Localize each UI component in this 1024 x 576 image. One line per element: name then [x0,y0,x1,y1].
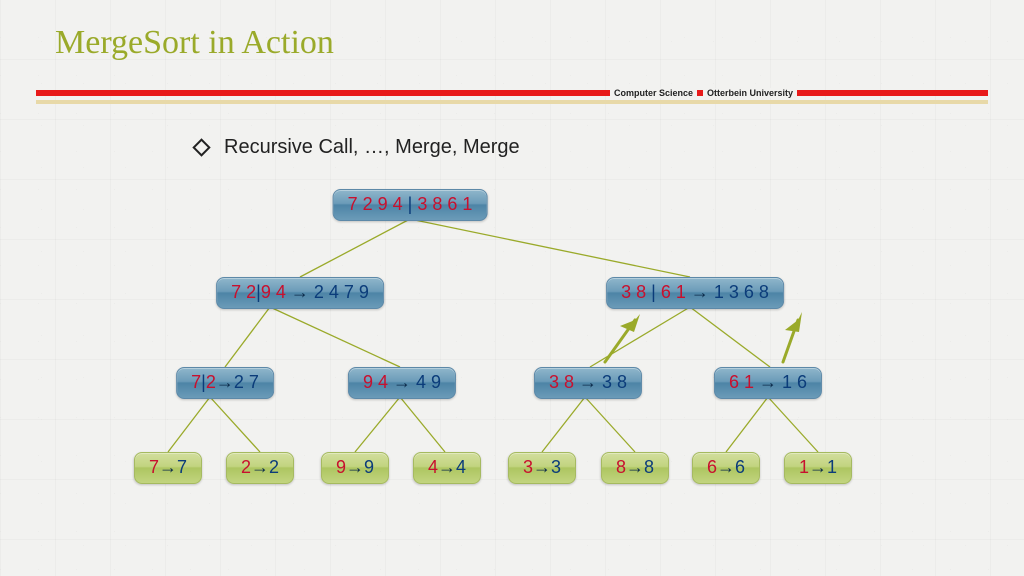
node-output: 2 7 [234,372,259,392]
node-input: 3 8 [621,282,646,302]
footer-square-icon [697,90,703,96]
tree-leaf: 6→6 [692,452,760,484]
node-output: 1 3 6 8 [714,282,769,302]
arrow-icon: → [251,457,269,477]
node-sep: | [403,194,418,214]
arrow-icon: → [626,457,644,477]
arrow-icon: → [388,372,416,392]
tree-node-l3-1: 7|2→2 7 [176,367,274,399]
node-input: 2 [206,372,216,392]
node-output: 2 4 7 9 [314,282,369,302]
arrow-icon: → [686,282,714,302]
node-output: 1 6 [782,372,807,392]
arrow-icon: → [216,372,234,392]
tree-leaf: 4→4 [413,452,481,484]
slide-title: MergeSort in Action [55,24,334,62]
arrow-icon: → [533,457,551,477]
arrow-icon: → [754,372,782,392]
node-input-right: 3 8 6 1 [417,194,472,214]
node-input: 7 [191,372,201,392]
arrow-icon: → [809,457,827,477]
tree-leaf: 3→3 [508,452,576,484]
tree-node-l2-right: 3 8 | 6 1 → 1 3 6 8 [606,277,784,309]
node-output: 4 9 [416,372,441,392]
tree-leaf: 9→9 [321,452,389,484]
tree-node-l2-left: 7 2|9 4 → 2 4 7 9 [216,277,384,309]
node-input: 9 4 [363,372,388,392]
node-output: 3 8 [602,372,627,392]
node-input: 3 8 [549,372,574,392]
tree-leaf: 8→8 [601,452,669,484]
bullet-icon [192,138,210,156]
arrow-icon: → [717,457,735,477]
arrow-icon: → [286,282,314,302]
bullet-row: Recursive Call, …, Merge, Merge [195,136,520,159]
tree-connectors [0,0,1024,576]
arrow-icon: → [438,457,456,477]
divider-red [36,90,988,96]
divider-tan [36,100,988,104]
arrow-icon: → [346,457,364,477]
node-input: 6 1 [729,372,754,392]
tree-leaf: 7→7 [134,452,202,484]
node-input: 9 4 [261,282,286,302]
node-sep: | [646,282,661,302]
arrow-icon: → [574,372,602,392]
footer-label: Computer Science Otterbein University [610,88,797,98]
tree-node-root: 7 2 9 4 | 3 8 6 1 [333,189,488,221]
tree-leaf: 1→1 [784,452,852,484]
footer-dept: Computer Science [614,88,693,98]
arrow-icon: → [159,457,177,477]
node-input-left: 7 2 9 4 [348,194,403,214]
tree-node-l3-2: 9 4 → 4 9 [348,367,456,399]
node-input: 7 2 [231,282,256,302]
footer-uni: Otterbein University [707,88,793,98]
tree-leaf: 2→2 [226,452,294,484]
bullet-text: Recursive Call, …, Merge, Merge [224,136,520,159]
tree-node-l3-3: 3 8 → 3 8 [534,367,642,399]
merge-arrow-icon [783,312,802,362]
merge-arrow-icon [605,314,640,362]
node-input: 6 1 [661,282,686,302]
tree-node-l3-4: 6 1 → 1 6 [714,367,822,399]
